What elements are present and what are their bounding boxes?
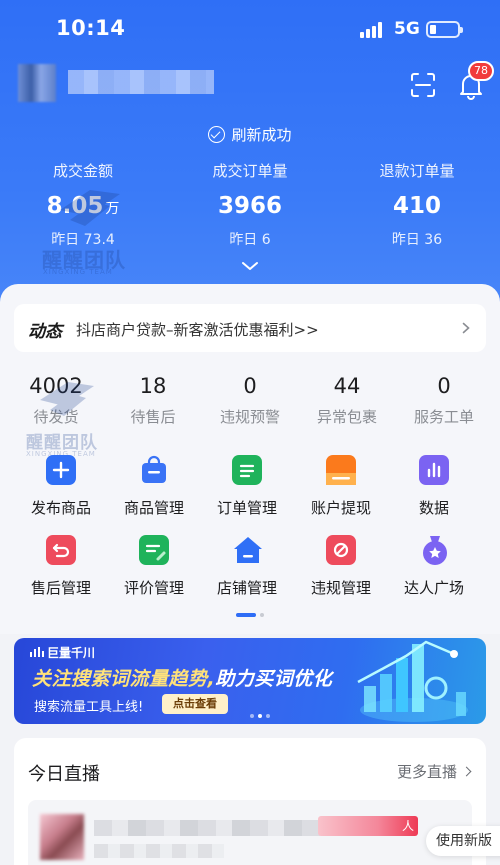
stat-value: 8.05 万 — [46, 193, 120, 219]
stat-yesterday: 昨日 73.4 — [51, 232, 115, 248]
banner-headline: 关注搜索词流量趋势,助力买词优化 — [32, 668, 333, 690]
scan-icon[interactable] — [410, 72, 436, 98]
shortcut-account-withdraw[interactable]: 账户提现 — [291, 455, 391, 518]
violation-icon — [326, 535, 356, 565]
banner-brand: 巨量千川 — [30, 644, 95, 661]
signal-icon — [360, 22, 386, 38]
chart-icon — [419, 455, 449, 485]
status-bar: 10:14 5G — [0, 0, 500, 60]
count-pending-ship[interactable]: 4002 待发货 — [6, 374, 106, 427]
chart-illustration-icon — [357, 640, 468, 722]
count-pending-aftersale[interactable]: 18 待售后 — [103, 374, 203, 427]
more-live-link[interactable]: 更多直播 — [397, 761, 472, 782]
store-icon — [232, 535, 262, 565]
use-new-version-button[interactable]: 使用新版 — [426, 826, 500, 856]
news-text: 抖店商户贷款–新客激活优惠福利>> — [76, 321, 319, 339]
stat-yesterday: 昨日 6 — [229, 232, 271, 248]
wallet-icon — [326, 455, 356, 485]
stat-order-count[interactable]: 成交订单量 3966 昨日 6 — [167, 160, 333, 249]
order-icon — [232, 455, 262, 485]
star-badge-icon — [419, 535, 449, 565]
shop-name-blurred — [68, 70, 214, 94]
battery-icon — [426, 21, 463, 38]
banner-view-button[interactable]: 点击查看 — [162, 694, 228, 714]
count-violation-warning[interactable]: 0 违规预警 — [200, 374, 300, 427]
return-icon — [46, 535, 76, 565]
avatar[interactable] — [18, 64, 56, 102]
shortcut-order-manage[interactable]: 订单管理 — [197, 455, 297, 518]
shortcut-aftersale-manage[interactable]: 售后管理 — [11, 535, 111, 598]
grid-page-indicator — [236, 613, 266, 619]
stat-label: 成交订单量 — [212, 162, 288, 180]
banner-subtitle: 搜索流量工具上线! — [34, 700, 144, 715]
bag-icon — [139, 455, 169, 485]
live-title: 今日直播 — [28, 764, 100, 785]
live-thumbnail-blurred — [40, 814, 84, 860]
stat-sales-amount[interactable]: 成交金额 8.05 万 昨日 73.4 — [0, 160, 166, 249]
chevron-down-icon[interactable] — [241, 261, 259, 271]
stat-value: 3966 — [217, 193, 282, 219]
shortcut-violation-manage[interactable]: 违规管理 — [291, 535, 391, 598]
count-abnormal-package[interactable]: 44 异常包裹 — [297, 374, 397, 427]
review-icon — [139, 535, 169, 565]
status-time: 10:14 — [56, 16, 126, 40]
check-circle-icon — [208, 126, 226, 143]
banner-page-indicator — [250, 714, 274, 718]
plus-icon — [46, 455, 76, 485]
news-bar[interactable]: 动态 抖店商户贷款–新客激活优惠福利>> — [14, 304, 486, 352]
stat-yesterday: 昨日 36 — [391, 232, 443, 248]
network-type: 5G — [394, 19, 420, 39]
shortcut-product-manage[interactable]: 商品管理 — [104, 455, 204, 518]
shortcut-review-manage[interactable]: 评价管理 — [104, 535, 204, 598]
shortcut-influencer-square[interactable]: 达人广场 — [384, 535, 484, 598]
brand-logo-icon — [30, 647, 44, 657]
live-tag: 人 — [318, 816, 418, 836]
live-meta-blurred — [94, 844, 224, 858]
notification-badge: 78 — [468, 61, 494, 81]
refresh-text: 刷新成功 — [231, 126, 292, 144]
promo-banner[interactable]: 巨量千川 关注搜索词流量趋势,助力买词优化 搜索流量工具上线! 点击查看 — [14, 638, 486, 724]
chevron-right-icon — [462, 322, 470, 334]
shortcut-store-manage[interactable]: 店铺管理 — [197, 535, 297, 598]
today-live-card: 今日直播 更多直播 人 — [14, 738, 486, 865]
live-item[interactable]: 人 — [28, 800, 472, 865]
stat-value: 410 — [392, 193, 441, 219]
stat-label: 成交金额 — [52, 162, 113, 180]
stat-refund-count[interactable]: 退款订单量 410 昨日 36 — [334, 160, 500, 249]
shortcut-publish-product[interactable]: 发布商品 — [11, 455, 111, 518]
count-service-ticket[interactable]: 0 服务工单 — [394, 374, 494, 427]
stat-label: 退款订单量 — [379, 162, 455, 180]
chevron-right-icon — [461, 766, 472, 777]
shortcut-data[interactable]: 数据 — [384, 455, 484, 518]
refresh-status: 刷新成功 — [0, 124, 500, 145]
news-tag: 动态 — [28, 322, 62, 342]
